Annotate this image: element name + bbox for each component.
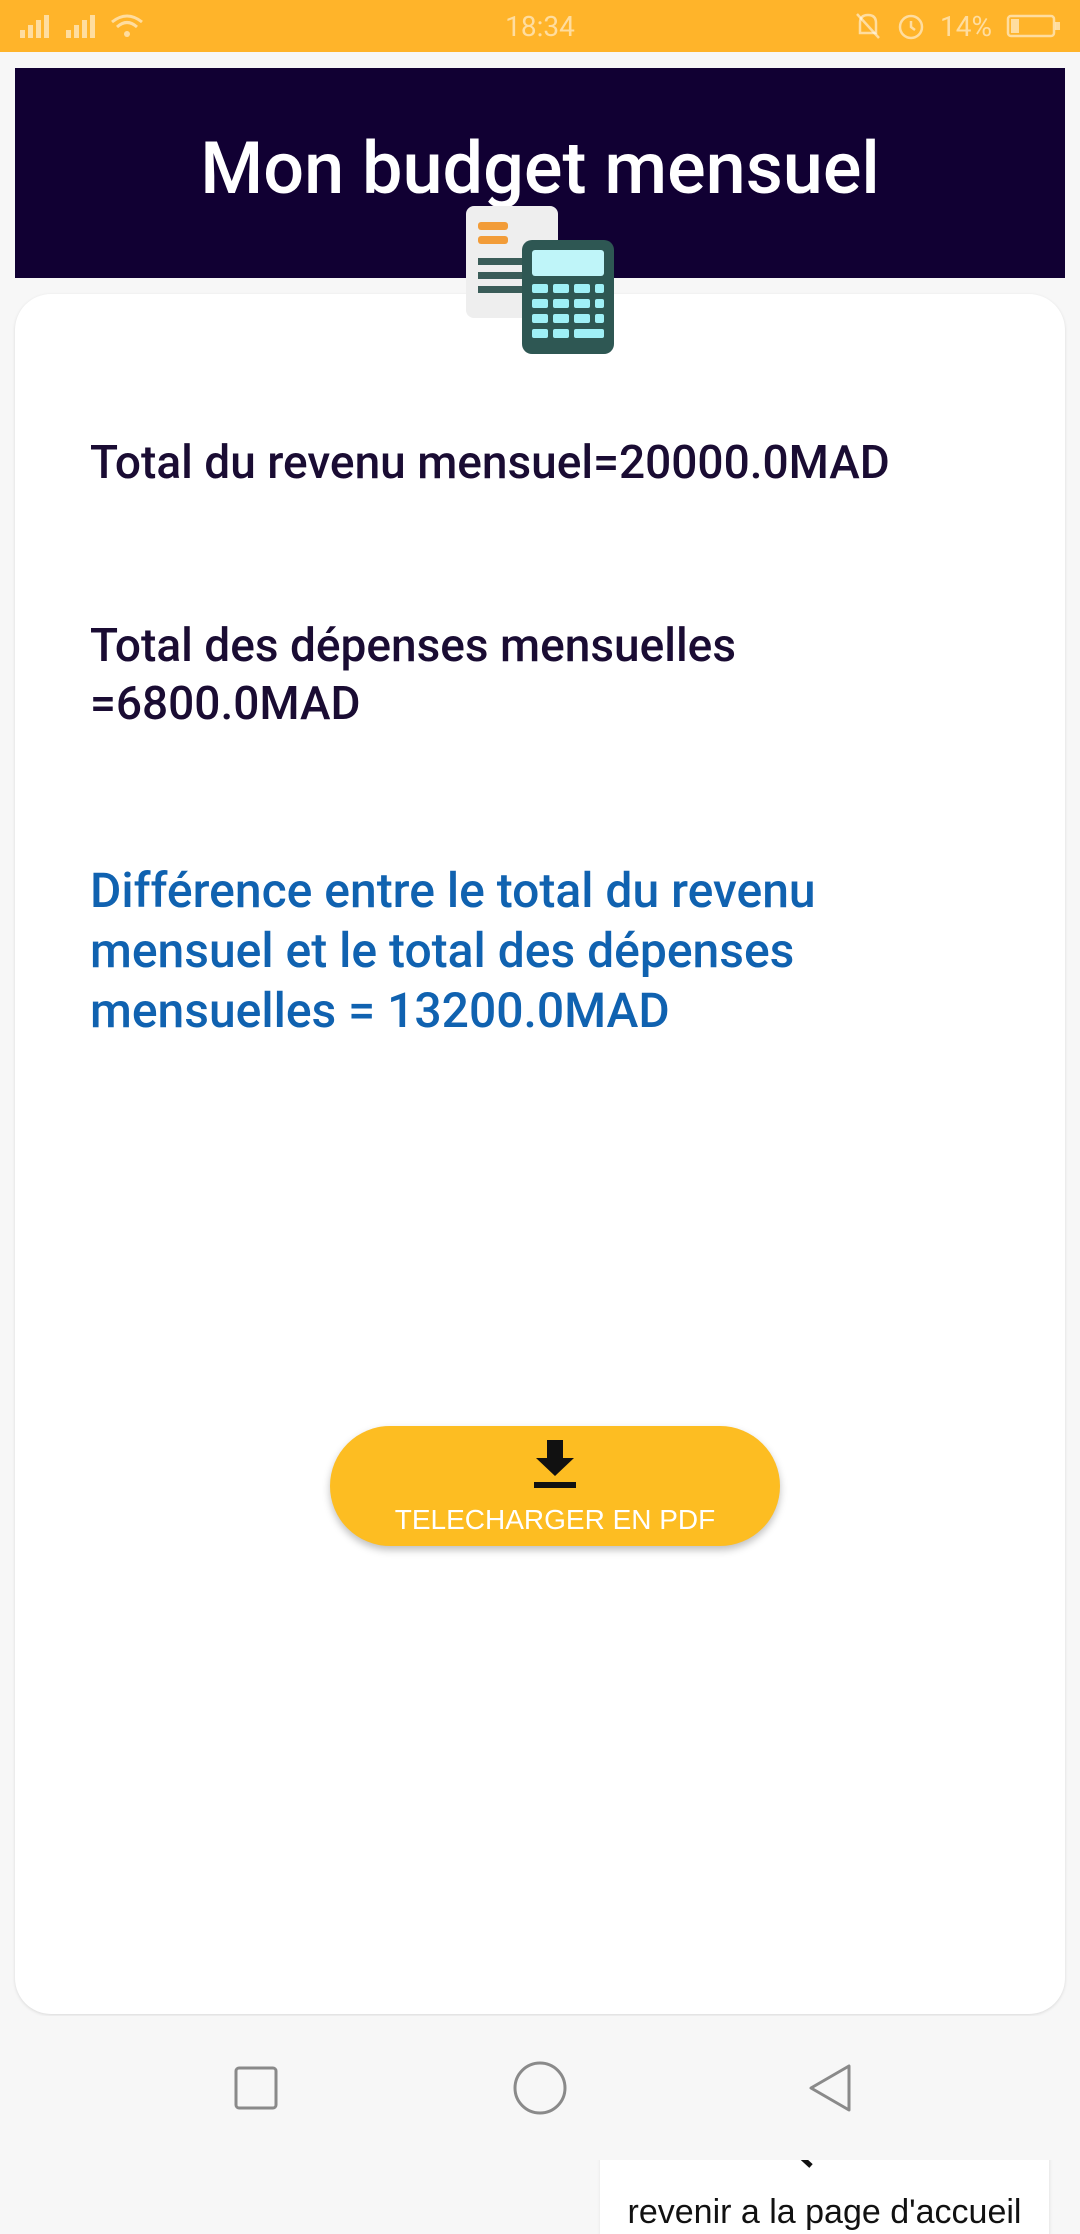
- page-title: Mon budget mensuel: [200, 126, 880, 211]
- difference-line2: mensuel et le total des dépenses: [90, 922, 795, 979]
- status-bar: 18:34 14%: [0, 0, 1080, 52]
- income-total: Total du revenu mensuel=20000.0MAD: [90, 436, 890, 490]
- difference-line1: Différence entre le total du revenu: [90, 862, 816, 919]
- difference-line3: mensuelles = 13200.0MAD: [90, 982, 670, 1039]
- system-nav-bar: [0, 2016, 1080, 2160]
- mute-icon: [856, 13, 880, 39]
- battery-icon: [1006, 14, 1060, 38]
- calculator-icon: [466, 206, 614, 354]
- expenses-total-line1: Total des dépenses mensuelles: [90, 619, 736, 673]
- expenses-total-line2: =6800.0MAD: [90, 677, 361, 731]
- return-home-label: revenir a la page d'accueil: [627, 2193, 1022, 2231]
- alarm-icon: [898, 14, 924, 40]
- download-pdf-button[interactable]: TELECHARGER EN PDF: [330, 1426, 780, 1546]
- back-icon[interactable]: [794, 2052, 866, 2124]
- download-pdf-label: TELECHARGER EN PDF: [394, 1504, 716, 1535]
- download-icon: [534, 1440, 576, 1488]
- battery-percent: 14%: [940, 9, 992, 43]
- recent-apps-icon[interactable]: [220, 2052, 292, 2124]
- home-icon[interactable]: [504, 2052, 576, 2124]
- status-right: 14%: [854, 6, 1062, 46]
- summary-card: Total du revenu mensuel=20000.0MAD Total…: [15, 206, 1065, 2234]
